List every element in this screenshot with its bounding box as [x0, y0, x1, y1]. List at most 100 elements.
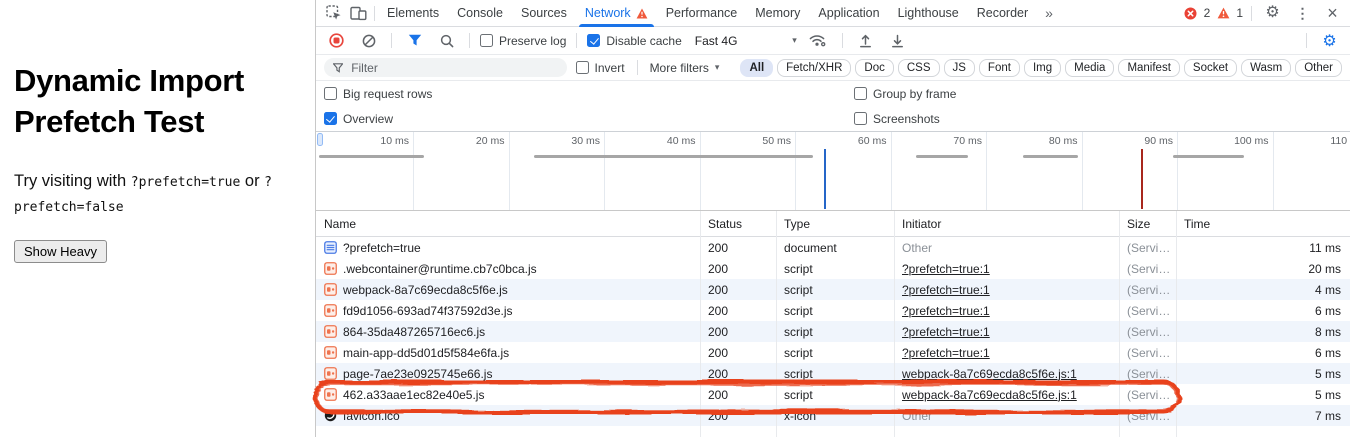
kebab-menu-icon[interactable]: ⋮: [1290, 1, 1315, 25]
close-devtools-icon[interactable]: ×: [1320, 1, 1345, 25]
column-header-time[interactable]: Time: [1176, 217, 1350, 231]
column-header-size[interactable]: Size: [1119, 217, 1176, 231]
timeline-tick-label: 60 ms: [825, 135, 887, 147]
column-header-initiator[interactable]: Initiator: [894, 217, 1119, 231]
overview-request-bar: [1023, 155, 1078, 158]
tab-sources[interactable]: Sources: [512, 0, 576, 27]
chip-css[interactable]: CSS: [898, 59, 940, 77]
tab-recorder[interactable]: Recorder: [968, 0, 1037, 27]
request-time: 5 ms: [1176, 367, 1350, 381]
disable-cache-label: Disable cache: [606, 34, 681, 48]
table-row-462-a33aae1ec82e40e5-js[interactable]: 462.a33aae1ec82e40e5.js 200 script webpa…: [316, 384, 1350, 405]
request-initiator[interactable]: ?prefetch=true:1: [902, 304, 990, 318]
chip-wasm[interactable]: Wasm: [1241, 59, 1291, 77]
invert-label: Invert: [595, 61, 625, 75]
request-type: script: [776, 304, 894, 318]
chip-other[interactable]: Other: [1295, 59, 1342, 77]
table-row--prefetch-true[interactable]: ?prefetch=true 200 document Other (Servi…: [316, 237, 1350, 258]
request-initiator: Other: [902, 241, 932, 255]
overview-left-grip[interactable]: [317, 133, 323, 146]
request-initiator[interactable]: ?prefetch=true:1: [902, 283, 990, 297]
inspect-element-icon[interactable]: [321, 1, 346, 25]
import-har-icon[interactable]: [853, 29, 878, 53]
table-row-page-7ae23e0925745e66-js[interactable]: page-7ae23e0925745e66.js 200 script webp…: [316, 363, 1350, 384]
request-initiator[interactable]: ?prefetch=true:1: [902, 325, 990, 339]
request-time: 6 ms: [1176, 304, 1350, 318]
divider: [469, 33, 470, 48]
export-har-icon[interactable]: [885, 29, 910, 53]
chip-fetch-xhr[interactable]: Fetch/XHR: [777, 59, 851, 77]
settings-gear-icon[interactable]: ⚙: [1260, 1, 1285, 25]
big-request-rows-option: Big request rows: [324, 87, 854, 101]
column-separator[interactable]: [1119, 211, 1120, 437]
request-name: 864-35da487265716ec6.js: [343, 325, 485, 339]
timeline-gridline: [604, 132, 605, 210]
tab-network[interactable]: Network: [576, 0, 657, 27]
network-conditions-icon[interactable]: [804, 29, 832, 53]
timeline-tick-label: 70 ms: [920, 135, 982, 147]
tab-performance[interactable]: Performance: [657, 0, 747, 27]
chip-socket[interactable]: Socket: [1184, 59, 1237, 77]
table-row-864-35da487265716ec6-js[interactable]: 864-35da487265716ec6.js 200 script ?pref…: [316, 321, 1350, 342]
preserve-log-checkbox[interactable]: [480, 34, 493, 47]
request-initiator[interactable]: ?prefetch=true:1: [902, 346, 990, 360]
search-icon[interactable]: [434, 29, 459, 53]
device-toolbar-icon[interactable]: [346, 1, 371, 25]
big-request-rows-label: Big request rows: [343, 87, 432, 101]
more-filters-button[interactable]: More filters ▾: [650, 61, 720, 75]
table-row-favicon-ico[interactable]: favicon.ico 200 x-icon Other (Servi… 7 m…: [316, 405, 1350, 426]
script-icon: [324, 304, 337, 317]
filter-input[interactable]: [349, 60, 557, 76]
table-row-webpack-8a7c69ecda8c5f6e-js[interactable]: webpack-8a7c69ecda8c5f6e.js 200 script ?…: [316, 279, 1350, 300]
request-initiator[interactable]: ?prefetch=true:1: [902, 262, 990, 276]
timeline-tick-label: 40 ms: [634, 135, 696, 147]
tab-memory[interactable]: Memory: [746, 0, 809, 27]
chip-media[interactable]: Media: [1065, 59, 1114, 77]
column-separator[interactable]: [700, 211, 701, 437]
column-separator[interactable]: [776, 211, 777, 437]
tab-application[interactable]: Application: [809, 0, 888, 27]
column-separator[interactable]: [894, 211, 895, 437]
tab-console[interactable]: Console: [448, 0, 512, 27]
record-network-log-icon[interactable]: [324, 29, 349, 53]
column-header-status[interactable]: Status: [700, 217, 776, 231]
chip-img[interactable]: Img: [1024, 59, 1061, 77]
chip-js[interactable]: JS: [944, 59, 975, 77]
table-row-fd9d1056-693ad74f37592d3e-js[interactable]: fd9d1056-693ad74f37592d3e.js 200 script …: [316, 300, 1350, 321]
chip-manifest[interactable]: Manifest: [1118, 59, 1179, 77]
request-initiator[interactable]: webpack-8a7c69ecda8c5f6e.js:1: [902, 388, 1077, 402]
column-header-type[interactable]: Type: [776, 217, 894, 231]
tab-elements[interactable]: Elements: [378, 0, 448, 27]
code-prefetch-true: ?prefetch=true: [131, 175, 241, 190]
screenshots-checkbox[interactable]: [854, 112, 867, 125]
chip-all[interactable]: All: [740, 59, 773, 77]
overview-checkbox[interactable]: [324, 112, 337, 125]
network-settings-gear-icon[interactable]: ⚙: [1317, 29, 1342, 53]
column-separator[interactable]: [1176, 211, 1177, 437]
chip-doc[interactable]: Doc: [855, 59, 893, 77]
big-request-rows-checkbox[interactable]: [324, 87, 337, 100]
table-row--webcontainer-runtime-cb7c0bca-js[interactable]: .webcontainer@runtime.cb7c0bca.js 200 sc…: [316, 258, 1350, 279]
chip-font[interactable]: Font: [979, 59, 1020, 77]
more-tabs-chevron[interactable]: »: [1037, 5, 1060, 21]
script-icon: [324, 325, 337, 338]
warning-count: 1: [1236, 6, 1243, 20]
disable-cache-checkbox[interactable]: [587, 34, 600, 47]
table-row-main-app-dd5d01d5f584e6fa-js[interactable]: main-app-dd5d01d5f584e6fa.js 200 script …: [316, 342, 1350, 363]
request-initiator[interactable]: webpack-8a7c69ecda8c5f6e.js:1: [902, 367, 1077, 381]
error-count-icon[interactable]: [1183, 1, 1199, 25]
warning-count-icon[interactable]: [1215, 1, 1231, 25]
timeline-gridline: [891, 132, 892, 210]
request-initiator: Other: [902, 409, 932, 423]
column-header-name[interactable]: Name: [316, 217, 700, 231]
filter-toggle-icon[interactable]: [402, 29, 427, 53]
request-time: 4 ms: [1176, 283, 1350, 297]
show-heavy-button[interactable]: Show Heavy: [14, 240, 107, 263]
group-by-frame-checkbox[interactable]: [854, 87, 867, 100]
invert-checkbox[interactable]: [576, 61, 589, 74]
clear-network-log-icon[interactable]: [356, 29, 381, 53]
throttling-select[interactable]: Fast 4G ▾: [689, 34, 797, 48]
tab-lighthouse[interactable]: Lighthouse: [889, 0, 968, 27]
network-overview-timeline[interactable]: 10 ms20 ms30 ms40 ms50 ms60 ms70 ms80 ms…: [316, 131, 1350, 211]
script-icon: [324, 346, 337, 359]
